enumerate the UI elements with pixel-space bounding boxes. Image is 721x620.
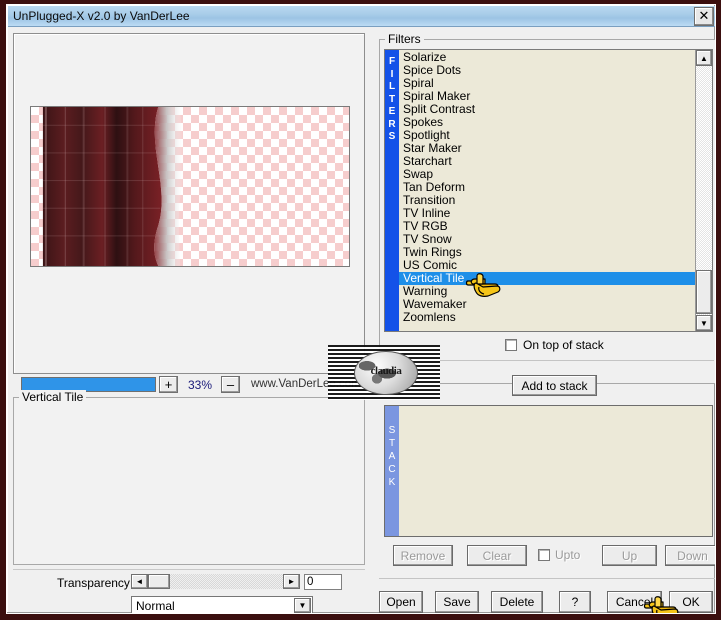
ok-button[interactable]: OK <box>669 591 713 613</box>
scroll-down-icon[interactable]: ▼ <box>696 315 712 331</box>
on-top-of-stack-label: On top of stack <box>523 338 604 352</box>
vertical-label-char: C <box>388 464 396 475</box>
zoom-out-button[interactable]: – <box>221 376 240 393</box>
divider <box>379 578 715 579</box>
preview-panel <box>13 33 365 374</box>
add-to-stack-button[interactable]: Add to stack <box>512 375 597 396</box>
stack-items-container[interactable] <box>399 406 712 536</box>
delete-button[interactable]: Delete <box>491 591 543 613</box>
filters-listbox[interactable]: FILTERS Solarize Spice Dots Spiral Spiral M… <box>384 49 713 332</box>
stack-actions-row: Remove Clear Upto Up Down <box>384 545 715 567</box>
filters-items-container[interactable]: Solarize Spice Dots Spiral Spiral Maker Spli… <box>399 50 712 331</box>
filters-side-label: FILTERS <box>385 50 399 331</box>
transparency-increase-button[interactable]: ► <box>283 574 300 589</box>
watermark-text: claudia <box>370 365 402 377</box>
stack-side-label: STACK <box>385 406 399 536</box>
blend-mode-select[interactable]: Normal ▼ <box>131 596 313 613</box>
vertical-label-char: K <box>388 477 396 488</box>
vertical-label-char: F <box>388 56 396 67</box>
upto-row[interactable]: Upto <box>538 548 580 562</box>
open-button[interactable]: Open <box>379 591 423 613</box>
window-frame: UnPlugged-X v2.0 by VanDerLee ✕ + 33% – … <box>6 4 716 614</box>
filters-group-legend: Filters <box>385 32 424 46</box>
dialog-button-bar: Open Save Delete ? Cancel OK <box>379 591 715 613</box>
vertical-label-char: S <box>388 131 396 142</box>
help-button[interactable]: ? <box>559 591 591 613</box>
close-icon[interactable]: ✕ <box>694 7 714 26</box>
stack-listbox[interactable]: STACK <box>384 405 713 537</box>
zoom-in-button[interactable]: + <box>159 376 178 393</box>
scroll-up-icon[interactable]: ▲ <box>696 50 712 66</box>
filters-list-item[interactable]: Split Contrast <box>399 103 712 116</box>
on-top-of-stack-checkbox[interactable] <box>505 339 517 351</box>
watermark-overlay: claudia <box>328 345 440 400</box>
filters-scrollbar-thumb[interactable] <box>696 270 712 314</box>
vertical-label-char: E <box>388 106 396 117</box>
blend-mode-value: Normal <box>136 598 175 613</box>
transparency-label: Transparency <box>57 576 130 590</box>
vertical-label-char: R <box>388 118 396 130</box>
filter-parameters-legend: Vertical Tile <box>19 390 87 404</box>
vertical-label-char: T <box>388 93 396 105</box>
filters-list-item[interactable]: Starchart <box>399 155 712 168</box>
application-window: UnPlugged-X v2.0 by VanDerLee ✕ + 33% – … <box>0 0 721 620</box>
clear-button[interactable]: Clear <box>467 545 527 566</box>
filters-list-item[interactable]: Zoomlens <box>399 311 712 324</box>
upto-checkbox[interactable] <box>538 549 550 561</box>
vertical-label-char: T <box>388 438 396 449</box>
transparency-slider[interactable] <box>148 574 283 589</box>
move-up-button[interactable]: Up <box>602 545 657 566</box>
filters-list-item[interactable]: Spice Dots <box>399 64 712 77</box>
title-bar: UnPlugged-X v2.0 by VanDerLee ✕ <box>8 6 715 27</box>
vertical-label-char: L <box>388 81 396 92</box>
transparency-value-input[interactable]: 0 <box>304 574 342 590</box>
filters-scrollbar[interactable]: ▲ ▼ <box>695 50 712 331</box>
transparency-row: Transparency ◄ ► 0 Normal ▼ <box>13 569 365 613</box>
vertical-label-char: S <box>388 425 396 436</box>
cancel-button[interactable]: Cancel <box>607 591 662 613</box>
window-title: UnPlugged-X v2.0 by VanDerLee <box>13 9 190 23</box>
transparency-slider-thumb[interactable] <box>148 574 170 589</box>
move-down-button[interactable]: Down <box>665 545 715 566</box>
remove-button[interactable]: Remove <box>393 545 453 566</box>
chevron-down-icon[interactable]: ▼ <box>294 598 311 613</box>
vertical-label-char: A <box>388 451 396 462</box>
preview-image[interactable] <box>30 106 350 267</box>
preview-rendered-tiles <box>42 107 185 266</box>
transparency-decrease-button[interactable]: ◄ <box>131 574 148 589</box>
upto-label: Upto <box>555 548 581 562</box>
filter-parameters-group <box>13 397 365 565</box>
zoom-level-value: 33% <box>187 378 213 392</box>
save-button[interactable]: Save <box>435 591 479 613</box>
on-top-of-stack-row[interactable]: On top of stack <box>505 338 604 352</box>
vertical-label-char: I <box>390 68 394 80</box>
